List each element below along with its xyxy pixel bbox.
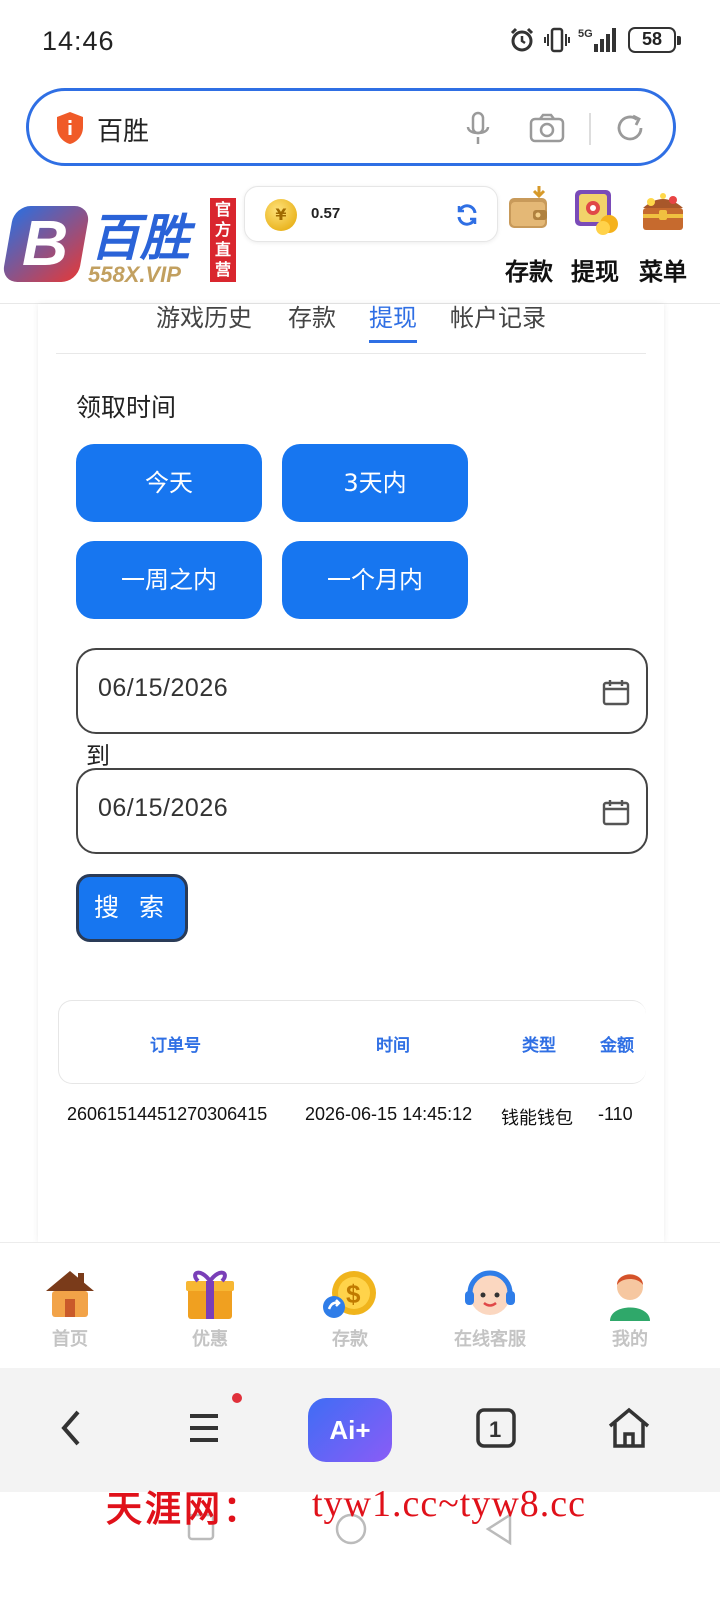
balance-box: ¥ 0.57 <box>244 186 498 242</box>
menu-icon[interactable] <box>186 1398 222 1462</box>
nav-profile[interactable]: 我的 <box>575 1263 685 1351</box>
content-card: 游戏历史 存款 提现 帐户记录 领取时间 今天 3天内 一周之内 一个月内 06… <box>38 304 664 1242</box>
date-to-field[interactable]: 06/15/2026 <box>76 768 648 854</box>
house-icon <box>40 1263 100 1323</box>
date-from-field[interactable]: 06/15/2026 <box>76 648 648 734</box>
alarm-icon <box>508 26 536 54</box>
refresh-balance-icon[interactable] <box>455 203 479 231</box>
nav-promotions-label: 优惠 <box>192 1329 228 1350</box>
notification-dot <box>232 1393 242 1403</box>
nav-promotions[interactable]: 优惠 <box>155 1263 265 1351</box>
shield-icon <box>55 111 85 149</box>
mic-icon[interactable] <box>465 111 491 151</box>
table-header: 订单号 时间 类型 金额 <box>58 1000 646 1084</box>
range-today-button[interactable]: 今天 <box>76 444 262 522</box>
logo-official-badge: 官方直营 <box>210 198 236 282</box>
search-button[interactable]: 搜 索 <box>76 874 188 942</box>
home-icon[interactable] <box>606 1398 652 1462</box>
nav-profile-label: 我的 <box>612 1329 648 1350</box>
svg-text:5G: 5G <box>578 28 593 40</box>
tab-bar: 游戏历史 存款 提现 帐户记录 <box>56 304 646 354</box>
header-withdraw-button[interactable]: 提现 <box>562 184 628 287</box>
cell-amount: -110 <box>598 1104 633 1124</box>
range-month-button[interactable]: 一个月内 <box>282 541 468 619</box>
logo-name: 百胜 <box>90 209 190 267</box>
nav-home[interactable]: 首页 <box>15 1263 125 1351</box>
calendar-icon[interactable] <box>602 798 630 830</box>
back-icon[interactable] <box>54 1398 86 1462</box>
nav-support[interactable]: 在线客服 <box>435 1263 545 1351</box>
column-header-time: 时间 <box>376 1036 410 1056</box>
support-agent-icon <box>460 1263 520 1323</box>
vibrate-icon <box>544 26 570 54</box>
column-header-amount: 金额 <box>600 1036 634 1056</box>
gift-icon <box>180 1263 240 1323</box>
wallet-icon <box>503 184 555 236</box>
svg-text:$: $ <box>346 1279 361 1309</box>
status-icons: 5G 58 <box>508 26 681 54</box>
coin-icon: ¥ <box>265 199 297 231</box>
user-icon <box>600 1263 660 1323</box>
calendar-icon[interactable] <box>602 678 630 710</box>
urlbar-divider <box>589 113 591 145</box>
signal-icon: 5G <box>578 26 620 54</box>
battery-icon: 58 <box>628 27 681 53</box>
tab-game-history[interactable]: 游戏历史 <box>156 298 252 333</box>
date-from-value: 06/15/2026 <box>98 674 229 702</box>
header-menu-label: 菜单 <box>639 258 687 286</box>
safe-icon <box>569 184 621 236</box>
reload-icon[interactable] <box>613 111 647 149</box>
watermark-site-name: 天涯网： <box>106 1488 263 1530</box>
header-menu-button[interactable]: 菜单 <box>630 184 696 287</box>
cell-time: 2026-06-15 14:45:12 <box>305 1104 473 1124</box>
withdraw-records-table: 订单号 时间 类型 金额 26061514451270306415 2026-0… <box>58 1000 646 1150</box>
table-row[interactable]: 26061514451270306415 2026-06-15 14:45:12… <box>58 1084 646 1150</box>
site-logo[interactable]: B 百胜 558X.VIP 官方直营 <box>1 192 238 292</box>
range-3days-button[interactable]: 3天内 <box>282 444 468 522</box>
to-label: 到 <box>86 742 110 770</box>
site-header: B 百胜 558X.VIP 官方直营 ¥ 0.57 存款 提现 菜单 <box>0 180 720 304</box>
nav-deposit[interactable]: $ 存款 <box>295 1263 405 1351</box>
browser-search-bar[interactable]: 百胜 <box>26 88 676 166</box>
treasure-chest-icon <box>637 184 689 236</box>
tab-deposit[interactable]: 存款 <box>288 298 336 333</box>
svg-text:1: 1 <box>489 1417 501 1442</box>
header-withdraw-label: 提现 <box>571 258 619 286</box>
balance-amount: 0.57 <box>311 205 341 222</box>
claim-time-label: 领取时间 <box>76 393 177 422</box>
tabs-icon[interactable]: 1 <box>474 1398 518 1462</box>
cell-type: 钱能钱包 <box>501 1108 573 1129</box>
cell-order-no: 26061514451270306415 <box>67 1104 268 1124</box>
tab-withdraw[interactable]: 提现 <box>369 298 417 343</box>
site-bottom-nav: 首页 优惠 $ 存款 在线客服 我的 <box>0 1242 720 1368</box>
range-week-button[interactable]: 一周之内 <box>76 541 262 619</box>
search-query[interactable]: 百胜 <box>97 111 149 148</box>
ai-button[interactable]: Ai+ <box>308 1398 392 1462</box>
tab-account-records[interactable]: 帐户记录 <box>450 298 546 333</box>
camera-icon[interactable] <box>529 113 565 147</box>
coin-deposit-icon: $ <box>320 1263 380 1323</box>
date-to-value: 06/15/2026 <box>98 794 229 822</box>
status-bar: 14:46 5G 58 <box>0 0 720 84</box>
browser-toolbar: Ai+ 1 <box>0 1368 720 1492</box>
header-deposit-label: 存款 <box>505 258 553 286</box>
header-deposit-button[interactable]: 存款 <box>496 184 562 287</box>
nav-deposit-label: 存款 <box>332 1329 368 1350</box>
column-header-type: 类型 <box>522 1036 556 1056</box>
logo-domain: 558X.VIP <box>88 262 181 287</box>
column-header-order-no: 订单号 <box>150 1036 201 1056</box>
nav-home-label: 首页 <box>52 1329 88 1350</box>
nav-support-label: 在线客服 <box>454 1329 526 1350</box>
status-time: 14:46 <box>42 26 115 56</box>
logo-b-letter: B <box>22 207 69 279</box>
watermark-urls: tyw1.cc~tyw8.cc <box>312 1483 587 1525</box>
